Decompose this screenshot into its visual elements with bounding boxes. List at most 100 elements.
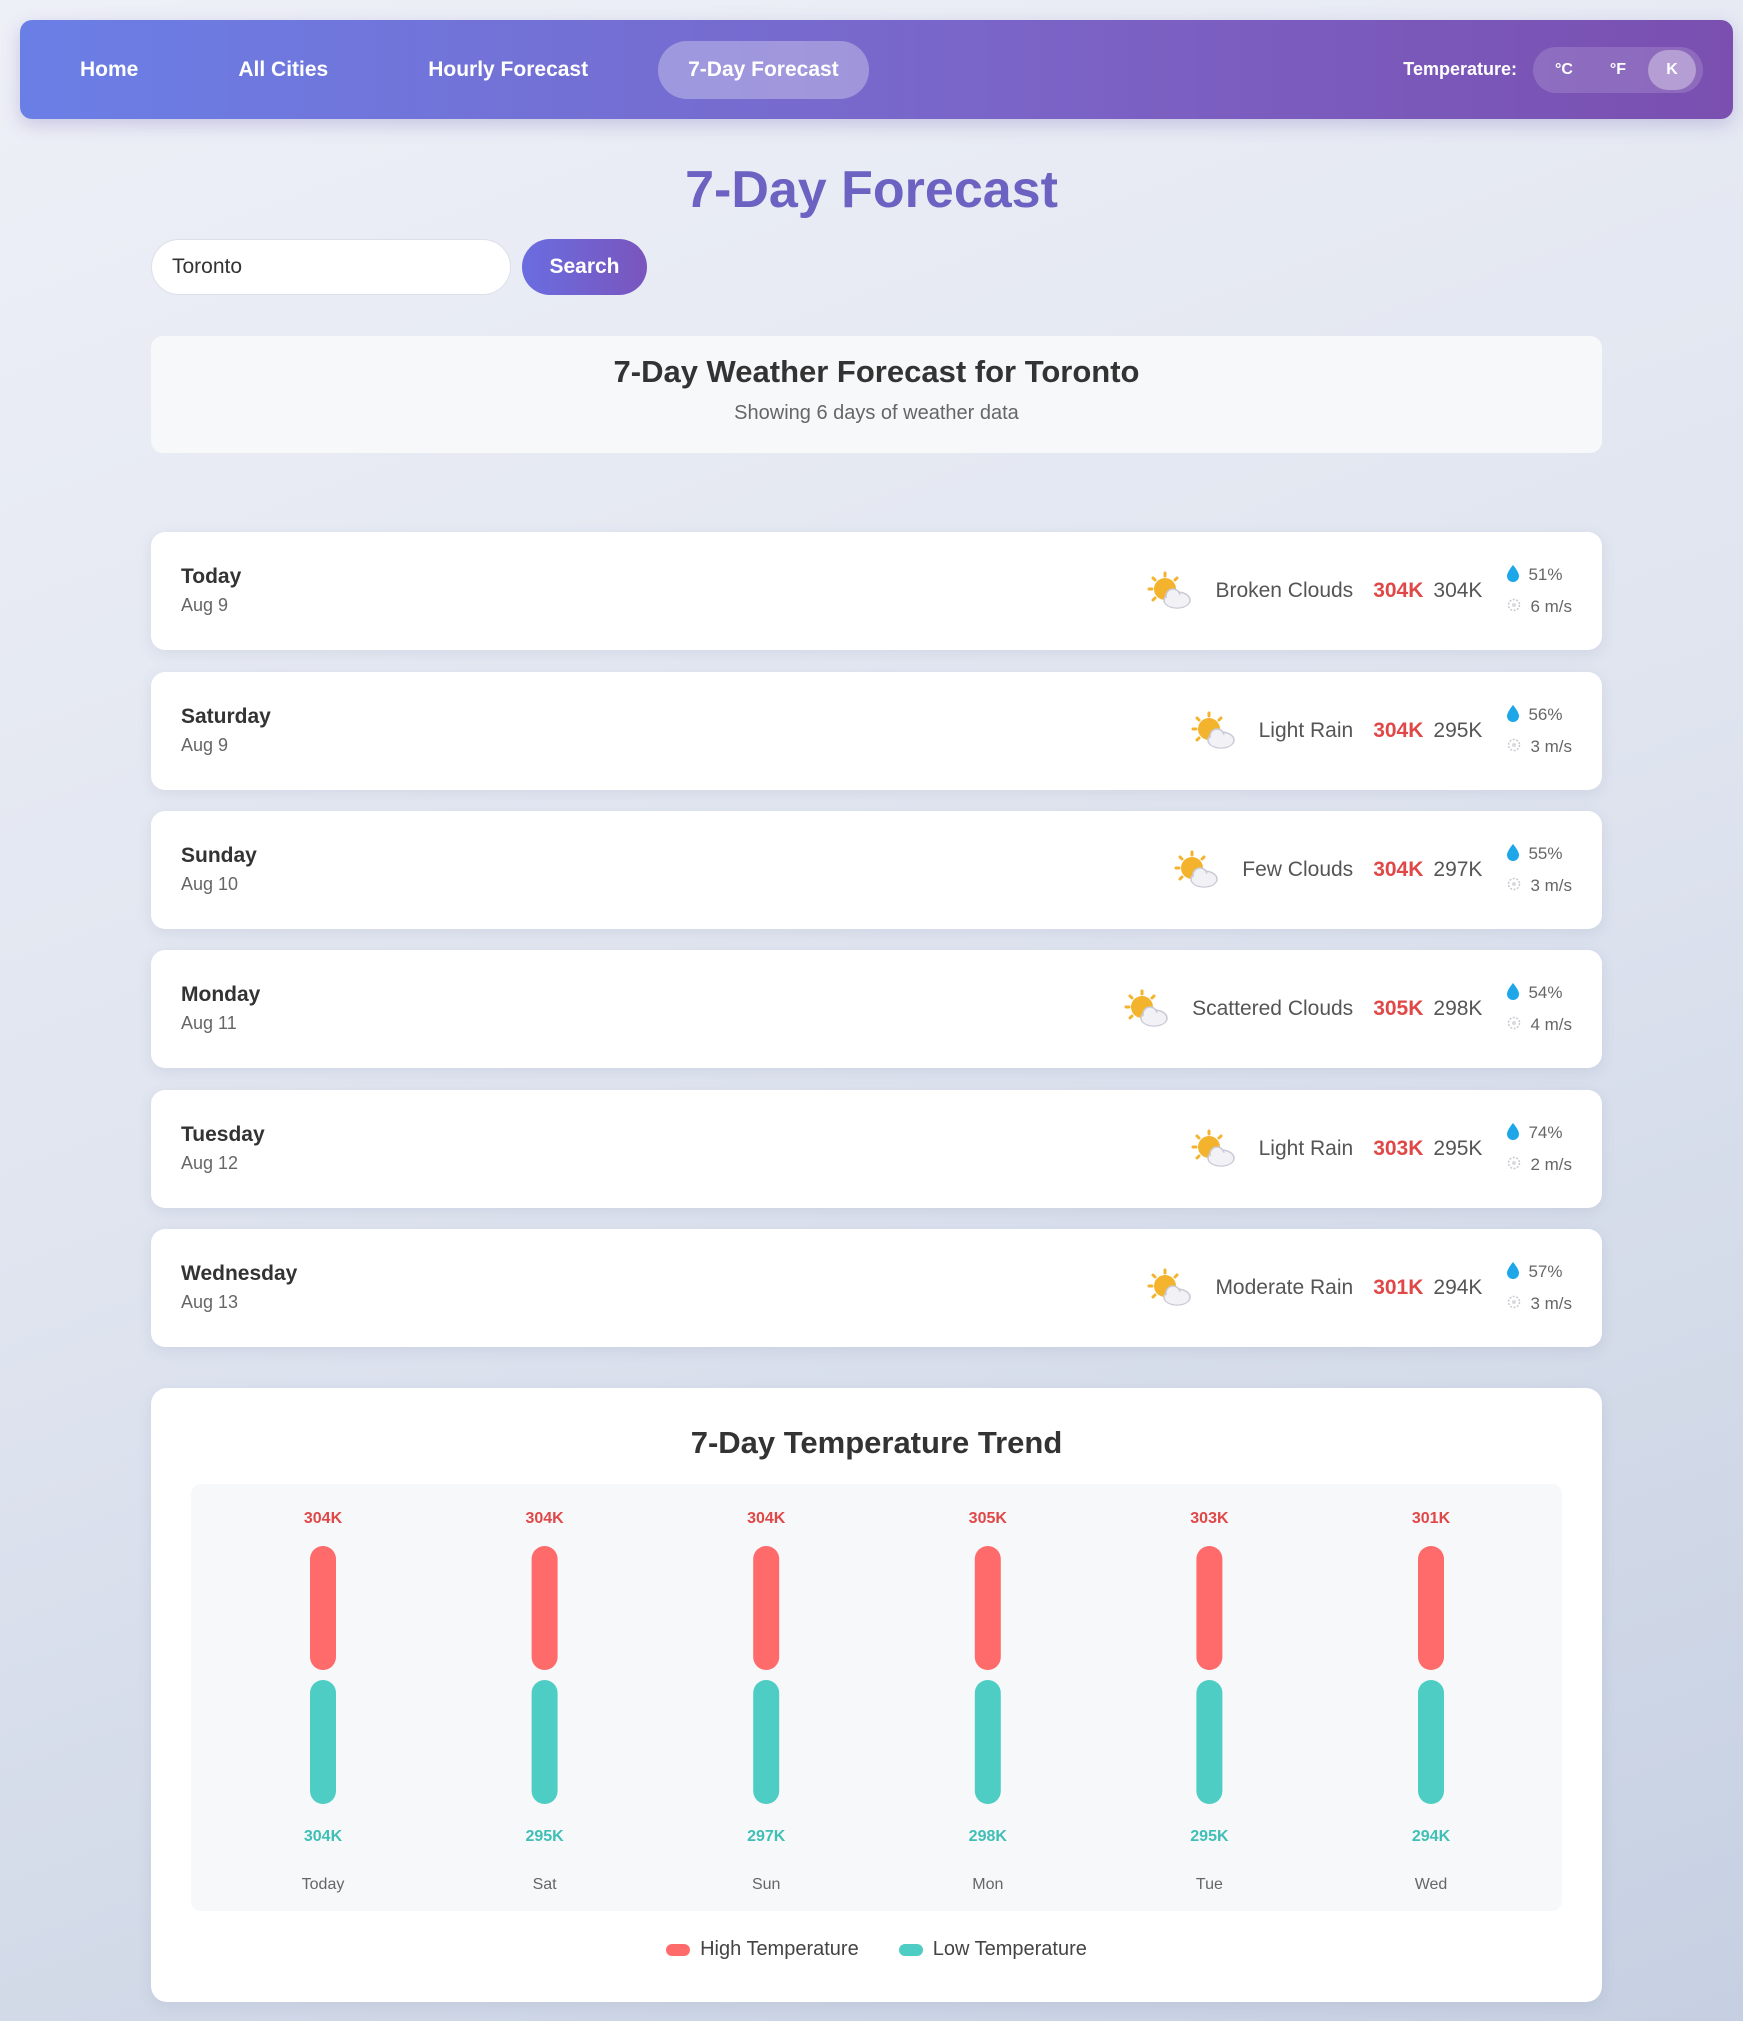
- day-details: Few Clouds 304K 297K 55% 3 m/s: [1174, 811, 1572, 929]
- humidity-row: 57%: [1506, 1256, 1572, 1288]
- day-date: Aug 13: [181, 1292, 239, 1312]
- weather-meta: 54% 4 m/s: [1506, 977, 1572, 1041]
- high-temperature: 301K: [1373, 1276, 1424, 1299]
- day-date: Aug 10: [181, 874, 239, 894]
- humidity-value: 57%: [1528, 1262, 1563, 1281]
- day-details: Moderate Rain 301K 294K 57% 3 m/s: [1147, 1229, 1572, 1347]
- low-temp-bar: [310, 1680, 336, 1804]
- wind-icon: [1506, 1155, 1530, 1176]
- humidity-row: 51%: [1506, 559, 1572, 591]
- day-forecast-card[interactable]: Saturday Aug 9 Light Rain 304K 295K 56% 3 m/s: [151, 672, 1602, 790]
- high-temp-bar: [974, 1546, 1001, 1670]
- city-search-input[interactable]: [151, 239, 511, 295]
- humidity-drop-icon: [1506, 1261, 1528, 1284]
- wind-row: 2 m/s: [1506, 1149, 1572, 1181]
- day-details: Light Rain 303K 295K 74% 2 m/s: [1191, 1090, 1572, 1208]
- day-forecast-card[interactable]: Today Aug 9 Broken Clouds 304K 304K 51% 6 m/s: [151, 532, 1602, 650]
- page-title: 7-Day Forecast: [685, 161, 1058, 219]
- day-name: Sunday: [181, 844, 257, 867]
- unit-fahrenheit-button[interactable]: °F: [1594, 50, 1642, 90]
- top-nav: Home All Cities Hourly Forecast 7-Day Fo…: [20, 20, 1733, 119]
- low-temp-label: 294K: [1412, 1828, 1451, 1845]
- high-temp-label: 305K: [969, 1510, 1008, 1527]
- day-forecast-card[interactable]: Monday Aug 11 Scattered Clouds 305K 298K 54% 4…: [151, 950, 1602, 1068]
- wind-value: 2 m/s: [1530, 1155, 1572, 1174]
- day-name: Monday: [181, 983, 261, 1006]
- day-forecast-card[interactable]: Tuesday Aug 12 Light Rain 303K 295K 74% 2 m/s: [151, 1090, 1602, 1208]
- temperature-trend-card: 7-Day Temperature Trend 304K 304K Today 304…: [151, 1388, 1602, 2002]
- humidity-value: 56%: [1528, 705, 1563, 724]
- low-temperature: 297K: [1433, 858, 1483, 881]
- nav-hourly-forecast-link[interactable]: Hourly Forecast: [398, 41, 618, 99]
- category-label: Today: [302, 1876, 345, 1893]
- day-forecast-card[interactable]: Sunday Aug 10 Few Clouds 304K 297K 55% 3 m/s: [151, 811, 1602, 929]
- weather-meta: 57% 3 m/s: [1506, 1256, 1572, 1320]
- low-temp-bar: [1418, 1680, 1444, 1804]
- partly-cloudy-icon: [1147, 1268, 1193, 1308]
- low-temperature: 304K: [1433, 579, 1483, 602]
- unit-kelvin-button[interactable]: K: [1648, 49, 1696, 90]
- low-temp-label: 297K: [747, 1828, 786, 1845]
- wind-row: 6 m/s: [1506, 591, 1572, 623]
- category-label: Sun: [752, 1876, 780, 1893]
- weather-description: Broken Clouds: [1215, 579, 1354, 602]
- wind-row: 3 m/s: [1506, 731, 1572, 763]
- weather-meta: 51% 6 m/s: [1506, 559, 1572, 623]
- nav-home-link[interactable]: Home: [50, 41, 168, 99]
- legend-swatch-low: [898, 1943, 923, 1956]
- low-temp-bar: [531, 1680, 558, 1804]
- forecast-header-subtitle: Showing 6 days of weather data: [734, 402, 1019, 424]
- partly-cloudy-icon: [1191, 1129, 1237, 1169]
- high-temperature: 303K: [1373, 1137, 1424, 1160]
- low-temperature: 295K: [1433, 1137, 1483, 1160]
- humidity-drop-icon: [1506, 982, 1528, 1005]
- wind-value: 4 m/s: [1530, 1015, 1572, 1034]
- wind-row: 3 m/s: [1506, 1288, 1572, 1320]
- high-temp-bar: [1418, 1546, 1444, 1670]
- weather-meta: 74% 2 m/s: [1506, 1117, 1572, 1181]
- day-details: Scattered Clouds 305K 298K 54% 4 m/s: [1124, 950, 1572, 1068]
- nav-all-cities-link[interactable]: All Cities: [208, 41, 358, 99]
- weather-description: Scattered Clouds: [1192, 997, 1354, 1020]
- unit-celsius-button[interactable]: °C: [1540, 50, 1588, 90]
- high-temperature: 304K: [1373, 719, 1424, 742]
- weather-description: Light Rain: [1258, 719, 1354, 742]
- nav-7-day-forecast-link[interactable]: 7-Day Forecast: [658, 40, 869, 99]
- legend-label-low: Low Temperature: [932, 1938, 1087, 1960]
- humidity-row: 74%: [1506, 1117, 1572, 1149]
- weather-meta: 55% 3 m/s: [1506, 838, 1572, 902]
- day-label-group: Saturday Aug 9: [181, 705, 271, 756]
- low-temp-label: 304K: [304, 1828, 343, 1845]
- high-temperature: 305K: [1373, 997, 1424, 1020]
- temperature-unit-toggle: °C °F K: [1533, 46, 1703, 93]
- humidity-drop-icon: [1506, 704, 1528, 727]
- humidity-row: 54%: [1506, 977, 1572, 1009]
- legend-item-high: High Temperature: [666, 1938, 859, 1961]
- temperature-unit-label: Temperature:: [1403, 59, 1517, 79]
- legend-item-low: Low Temperature: [898, 1938, 1087, 1961]
- day-forecast-card[interactable]: Wednesday Aug 13 Moderate Rain 301K 294K 57% 3…: [151, 1229, 1602, 1347]
- low-temp-bar: [753, 1680, 780, 1804]
- day-label-group: Sunday Aug 10: [181, 844, 257, 895]
- search-button[interactable]: Search: [522, 239, 647, 295]
- temperature-chart: 304K 304K Today 304K 295K Sat 304K 297K Sun 305K 2…: [191, 1484, 1562, 1911]
- humidity-drop-icon: [1506, 1122, 1528, 1145]
- category-label: Sat: [533, 1876, 558, 1893]
- day-date: Aug 9: [181, 595, 229, 615]
- partly-cloudy-icon: [1124, 989, 1170, 1029]
- day-name: Wednesday: [181, 1262, 298, 1285]
- low-temp-label: 298K: [969, 1828, 1008, 1845]
- humidity-value: 55%: [1528, 844, 1563, 863]
- day-label-group: Today Aug 9: [181, 565, 241, 616]
- high-temp-bar: [753, 1546, 780, 1670]
- humidity-value: 54%: [1528, 983, 1563, 1002]
- low-temp-bar: [1196, 1680, 1223, 1804]
- weather-description: Moderate Rain: [1215, 1276, 1354, 1299]
- weather-meta: 56% 3 m/s: [1506, 699, 1572, 763]
- high-temp-label: 304K: [304, 1510, 343, 1527]
- weather-description: Light Rain: [1258, 1137, 1354, 1160]
- wind-value: 6 m/s: [1530, 597, 1572, 616]
- legend-label-high: High Temperature: [700, 1938, 859, 1960]
- partly-cloudy-icon: [1147, 571, 1193, 611]
- day-label-group: Monday Aug 11: [181, 983, 260, 1034]
